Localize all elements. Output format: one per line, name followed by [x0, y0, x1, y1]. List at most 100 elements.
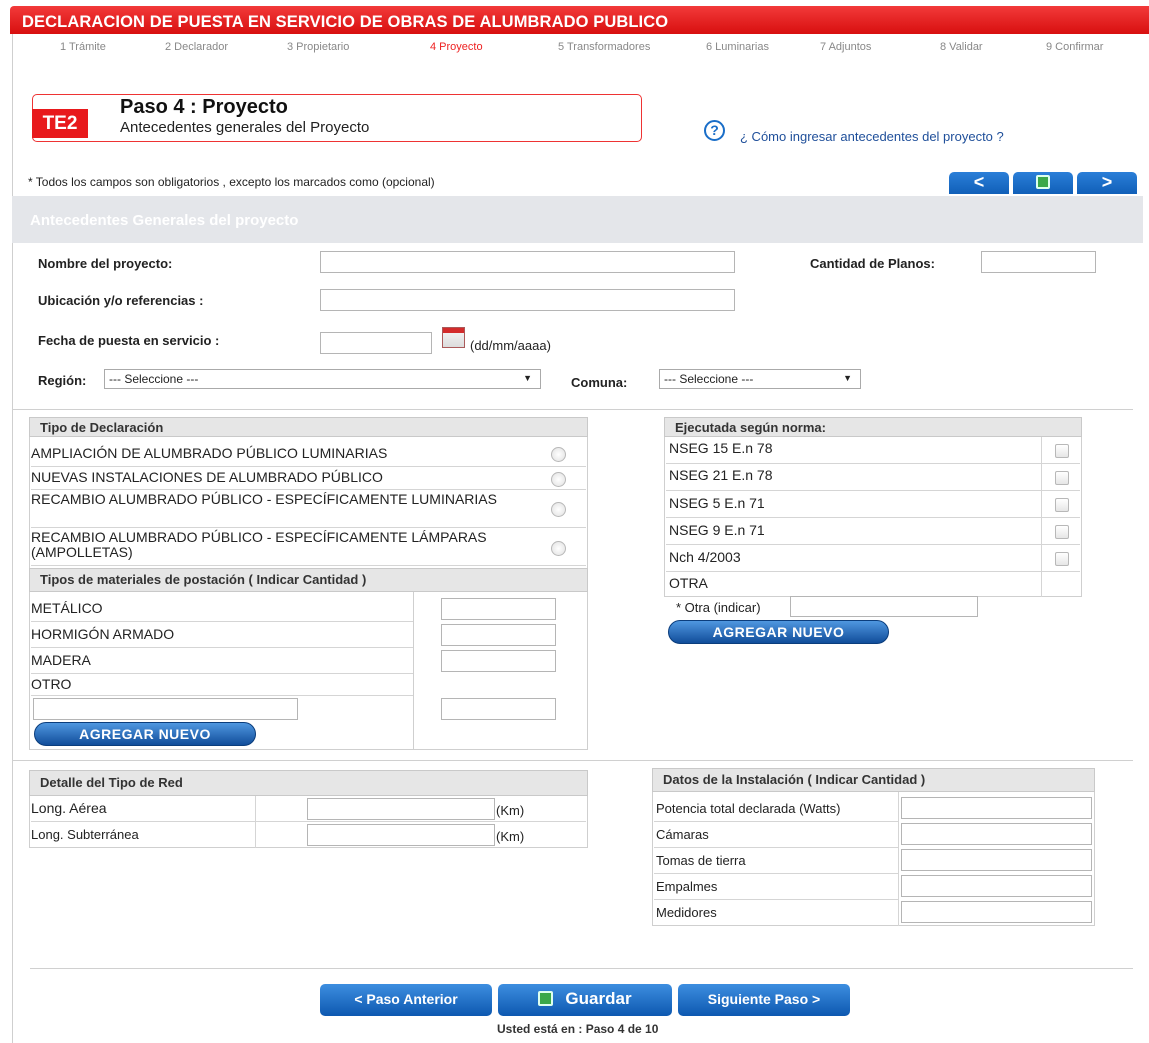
add-material-button[interactable]: AGREGAR NUEVO — [34, 722, 256, 746]
red-header: Detalle del Tipo de Red — [29, 770, 588, 796]
prev-nav-button[interactable]: < — [949, 172, 1009, 194]
instalacion-row: Empalmes — [654, 874, 898, 900]
comuna-select[interactable]: --- Seleccione --- ▼ — [659, 369, 861, 389]
nombre-label: Nombre del proyecto: — [38, 256, 173, 271]
norma-checkbox-5[interactable] — [1055, 552, 1069, 566]
step-validar[interactable]: 8 Validar — [940, 41, 983, 53]
step-propietario[interactable]: 3 Propietario — [287, 41, 349, 53]
material-row: METÁLICO — [31, 594, 413, 622]
norma-row: NSEG 15 E.n 78 — [666, 437, 1080, 464]
declaracion-radio-4[interactable] — [551, 541, 566, 556]
help-icon[interactable]: ? — [704, 120, 725, 141]
region-label: Región: — [38, 373, 87, 388]
te2-badge: TE2 — [32, 109, 88, 138]
instalacion-row: Tomas de tierra — [654, 848, 898, 874]
camaras-input[interactable] — [901, 823, 1092, 845]
progress-status: Usted está en : Paso 4 de 10 — [497, 1022, 659, 1036]
add-norma-button[interactable]: AGREGAR NUEVO — [668, 620, 889, 644]
calendar-icon[interactable] — [442, 327, 465, 348]
tomas-tierra-input[interactable] — [901, 849, 1092, 871]
next-nav-button[interactable]: > — [1077, 172, 1137, 194]
norma-row: OTRA — [669, 575, 708, 591]
region-select[interactable]: --- Seleccione --- ▼ — [104, 369, 541, 389]
declaracion-radio-2[interactable] — [551, 472, 566, 487]
nombre-input[interactable] — [320, 251, 735, 273]
madera-qty-input[interactable] — [441, 650, 556, 672]
fecha-label: Fecha de puesta en servicio : — [38, 333, 220, 348]
norma-header: Ejecutada según norma: — [664, 417, 1082, 437]
declaracion-header: Tipo de Declaración — [29, 417, 588, 437]
step-confirmar[interactable]: 9 Confirmar — [1046, 41, 1103, 53]
prev-step-button[interactable]: < Paso Anterior — [320, 984, 492, 1016]
norma-row: NSEG 21 E.n 78 — [666, 464, 1080, 491]
planos-input[interactable] — [981, 251, 1096, 273]
divider — [12, 409, 1133, 410]
potencia-input[interactable] — [901, 797, 1092, 819]
declaracion-radio-1[interactable] — [551, 447, 566, 462]
medidores-input[interactable] — [901, 901, 1092, 923]
declaracion-row: AMPLIACIÓN DE ALUMBRADO PÚBLICO LUMINARI… — [31, 443, 586, 467]
norma-row: NSEG 5 E.n 71 — [666, 491, 1080, 518]
divider — [30, 968, 1133, 969]
declaracion-row: NUEVAS INSTALACIONES DE ALUMBRADO PÚBLIC… — [31, 467, 586, 490]
chevron-left-icon: < — [973, 172, 985, 192]
save-button-label: Guardar — [565, 989, 632, 1008]
material-row: MADERA — [31, 648, 413, 674]
empalmes-input[interactable] — [901, 875, 1092, 897]
step-adjuntos[interactable]: 7 Adjuntos — [820, 41, 871, 53]
declaracion-option-label: RECAMBIO ALUMBRADO PÚBLICO - ESPECÍFICAM… — [31, 491, 497, 507]
step-luminarias[interactable]: 6 Luminarias — [706, 41, 769, 53]
step-proyecto[interactable]: 4 Proyecto — [430, 41, 483, 53]
long-subterranea-unit: (Km) — [496, 829, 525, 844]
help-link[interactable]: ¿ Cómo ingresar antecedentes del proyect… — [740, 129, 1004, 144]
otra-norma-label: * Otra (indicar) — [676, 600, 761, 615]
region-value: --- Seleccione --- — [109, 372, 199, 386]
step-declarador[interactable]: 2 Declarador — [165, 41, 228, 53]
step-transformadores[interactable]: 5 Transformadores — [558, 41, 650, 53]
dropdown-arrow-icon: ▼ — [523, 373, 532, 383]
norma-checkbox-1[interactable] — [1055, 444, 1069, 458]
save-button[interactable]: Guardar — [498, 984, 672, 1016]
instalacion-row: Medidores — [656, 905, 717, 920]
next-step-button[interactable]: Siguiente Paso > — [678, 984, 850, 1016]
fecha-hint: (dd/mm/aaaa) — [470, 338, 551, 353]
step-subtitle: Antecedentes generales del Proyecto — [120, 119, 370, 136]
long-subterranea-input[interactable] — [307, 824, 495, 846]
instalacion-header: Datos de la Instalación ( Indicar Cantid… — [652, 768, 1095, 792]
frame-border-left — [12, 34, 13, 1043]
required-fields-note: * Todos los campos son obligatorios , ex… — [28, 175, 435, 189]
declaracion-option-label: AMPLIACIÓN DE ALUMBRADO PÚBLICO LUMINARI… — [31, 445, 388, 461]
declaracion-radio-3[interactable] — [551, 502, 566, 517]
floppy-disk-icon — [1036, 175, 1050, 189]
page-title: DECLARACION DE PUESTA EN SERVICIO DE OBR… — [22, 13, 669, 31]
materiales-col-divider — [413, 592, 414, 750]
norma-checkbox-3[interactable] — [1055, 498, 1069, 512]
step-title: Paso 4 : Proyecto — [120, 96, 288, 118]
hormigon-qty-input[interactable] — [441, 624, 556, 646]
comuna-value: --- Seleccione --- — [664, 372, 754, 386]
metalico-qty-input[interactable] — [441, 598, 556, 620]
declaracion-option-label: NUEVAS INSTALACIONES DE ALUMBRADO PÚBLIC… — [31, 469, 383, 485]
norma-checkbox-4[interactable] — [1055, 525, 1069, 539]
otro-qty-input[interactable] — [441, 698, 556, 720]
long-aerea-input[interactable] — [307, 798, 495, 820]
otro-material-input[interactable] — [33, 698, 298, 720]
norma-row: Nch 4/2003 — [666, 545, 1080, 572]
materiales-header: Tipos de materiales de postación ( Indic… — [29, 568, 588, 592]
material-row: OTRO — [31, 674, 413, 696]
step-tramite[interactable]: 1 Trámite — [60, 41, 106, 53]
otra-norma-input[interactable] — [790, 596, 978, 617]
red-row-label: Long. Subterránea — [31, 827, 139, 842]
long-aerea-unit: (Km) — [496, 803, 525, 818]
norma-checkbox-2[interactable] — [1055, 471, 1069, 485]
fecha-input[interactable] — [320, 332, 432, 354]
red-row-label: Long. Aérea — [31, 800, 107, 816]
declaracion-row: RECAMBIO ALUMBRADO PÚBLICO - ESPECÍFICAM… — [31, 528, 586, 566]
chevron-right-icon: > — [1101, 172, 1113, 192]
save-nav-button[interactable] — [1013, 172, 1073, 194]
dropdown-arrow-icon: ▼ — [843, 373, 852, 383]
instalacion-row: Cámaras — [654, 822, 898, 848]
divider — [12, 760, 1133, 761]
ubicacion-input[interactable] — [320, 289, 735, 311]
instalacion-col-divider — [898, 792, 899, 926]
